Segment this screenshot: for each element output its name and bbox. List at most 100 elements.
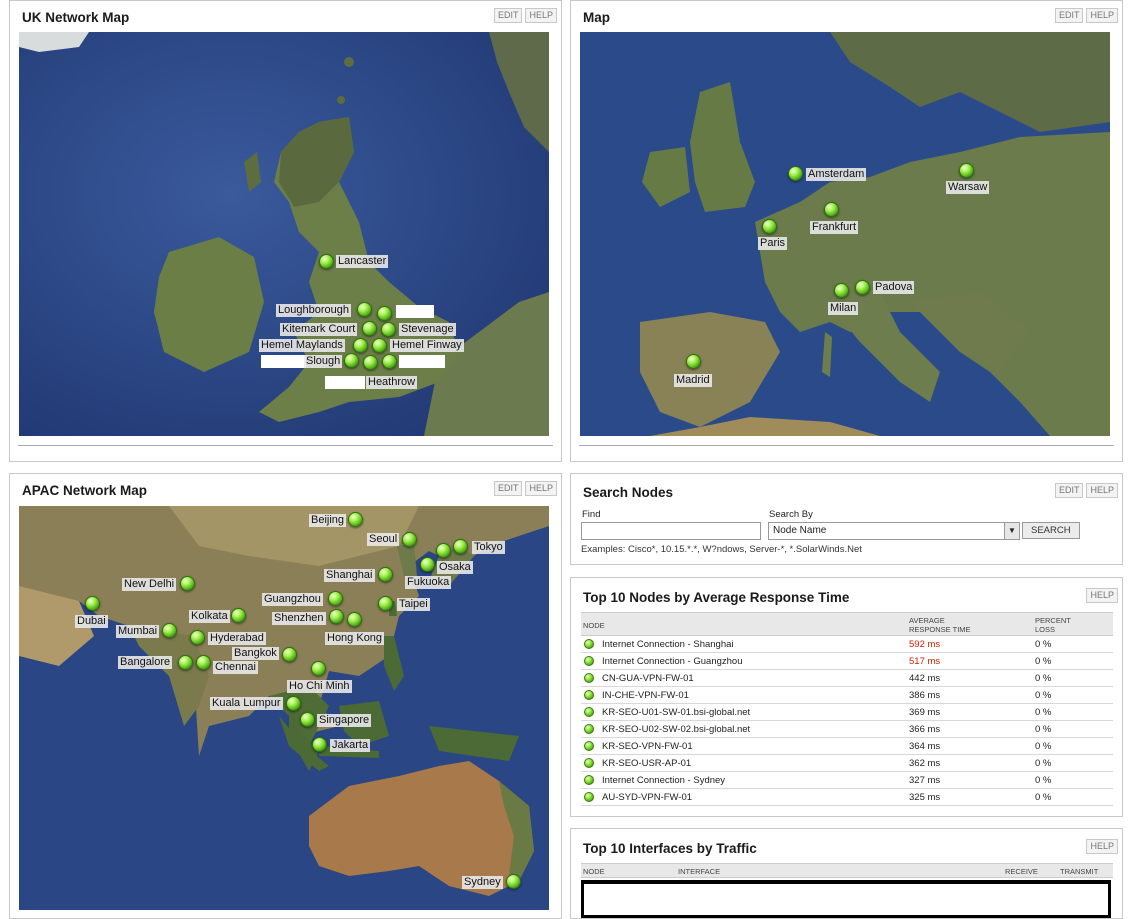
uk-label-heathrow[interactable]: Heathrow (366, 376, 418, 389)
node-name-link[interactable]: Internet Connection - Guangzhou (602, 656, 742, 667)
table-row[interactable]: KR-SEO-U02-SW-02.bsi-global.net 366 ms 0 % (581, 721, 1113, 738)
apac-node-ho-chi-minh[interactable] (311, 661, 326, 676)
apac-label-ho-chi-minh[interactable]: Ho Chi Minh (287, 680, 352, 693)
apac-label-bangkok[interactable]: Bangkok (232, 647, 279, 660)
apac-node-seoul[interactable] (402, 532, 417, 547)
eu-node-madrid[interactable] (686, 354, 701, 369)
apac-node-bangkok[interactable] (282, 647, 297, 662)
europe-map-canvas[interactable] (580, 32, 1110, 436)
apac-label-hyderabad[interactable]: Hyderabad (208, 632, 266, 645)
col-avg-header-1[interactable]: AVERAGE (909, 616, 945, 625)
uk-label-slough[interactable]: Slough (304, 355, 343, 368)
apac-node-osaka[interactable] (436, 543, 451, 558)
col-interface-header[interactable]: INTERFACE (678, 867, 720, 876)
apac-label-jakarta[interactable]: Jakarta (330, 739, 371, 752)
search-help-button[interactable]: HELP (1086, 483, 1118, 498)
node-name-link[interactable]: IN-CHE-VPN-FW-01 (602, 690, 689, 701)
apac-node-dubai[interactable] (85, 596, 100, 611)
uk-map-canvas[interactable] (19, 32, 549, 436)
europe-map-help-button[interactable]: HELP (1086, 8, 1118, 23)
apac-node-bangalore[interactable] (178, 655, 193, 670)
uk-node-london-1[interactable] (363, 355, 378, 370)
uk-map-edit-button[interactable]: EDIT (493, 8, 523, 23)
apac-label-guangzhou[interactable]: Guangzhou (262, 593, 323, 606)
top-nodes-help-button[interactable]: HELP (1086, 588, 1118, 603)
apac-label-kuala-lumpur[interactable]: Kuala Lumpur (210, 697, 283, 710)
uk-node-hemel-finway[interactable] (372, 338, 387, 353)
apac-label-seoul[interactable]: Seoul (367, 533, 400, 546)
apac-node-kolkata[interactable] (231, 608, 246, 623)
eu-label-amsterdam[interactable]: Amsterdam (806, 168, 867, 181)
apac-node-shanghai[interactable] (378, 567, 393, 582)
table-row[interactable]: AU-SYD-VPN-FW-01 325 ms 0 % (581, 789, 1113, 806)
apac-node-mumbai[interactable] (162, 623, 177, 638)
eu-node-paris[interactable] (762, 219, 777, 234)
apac-node-shenzhen[interactable] (329, 609, 344, 624)
col-node-header[interactable]: NODE (583, 621, 605, 630)
apac-label-osaka[interactable]: Osaka (437, 561, 473, 574)
apac-label-dubai[interactable]: Dubai (75, 615, 108, 628)
apac-node-fukuoka[interactable] (420, 557, 435, 572)
table-row[interactable]: Internet Connection - Guangzhou 517 ms 0 % (581, 653, 1113, 670)
eu-label-padova[interactable]: Padova (873, 281, 915, 294)
apac-label-chennai[interactable]: Chennai (213, 661, 258, 674)
apac-node-jakarta[interactable] (312, 737, 327, 752)
uk-label-hemel-finway[interactable]: Hemel Finway (390, 339, 464, 352)
col-node-header[interactable]: NODE (583, 867, 605, 876)
uk-label-loughborough[interactable]: Loughborough (276, 304, 351, 317)
apac-map-edit-button[interactable]: EDIT (493, 481, 523, 496)
node-name-link[interactable]: AU-SYD-VPN-FW-01 (602, 792, 692, 803)
uk-node-kitemark[interactable] (362, 321, 377, 336)
apac-label-singapore[interactable]: Singapore (317, 714, 372, 727)
table-row[interactable]: Internet Connection - Sydney 327 ms 0 % (581, 772, 1113, 789)
apac-label-new-delhi[interactable]: New Delhi (122, 578, 177, 591)
find-input[interactable] (581, 522, 761, 540)
eu-node-frankfurt[interactable] (824, 202, 839, 217)
table-row[interactable]: KR-SEO-VPN-FW-01 364 ms 0 % (581, 738, 1113, 755)
apac-node-guangzhou[interactable] (328, 591, 343, 606)
apac-label-shenzhen[interactable]: Shenzhen (272, 612, 326, 625)
apac-node-beijing[interactable] (348, 512, 363, 527)
node-name-link[interactable]: Internet Connection - Shanghai (602, 639, 734, 650)
europe-map-edit-button[interactable]: EDIT (1054, 8, 1084, 23)
col-avg-header-2[interactable]: RESPONSE TIME (909, 625, 971, 634)
node-name-link[interactable]: KR-SEO-USR-AP-01 (602, 758, 691, 769)
search-button[interactable]: SEARCH (1022, 522, 1080, 539)
uk-label-stevenage[interactable]: Stevenage (399, 323, 456, 336)
apac-map-help-button[interactable]: HELP (525, 481, 557, 496)
table-row[interactable]: IN-CHE-VPN-FW-01 386 ms 0 % (581, 687, 1113, 704)
eu-label-warsaw[interactable]: Warsaw (946, 181, 990, 194)
uk-map-help-button[interactable]: HELP (525, 8, 557, 23)
apac-label-fukuoka[interactable]: Fukuoka (405, 576, 452, 589)
search-by-select[interactable]: Node Name ▼ (768, 522, 1020, 540)
uk-node-loughborough[interactable] (357, 302, 372, 317)
apac-node-chennai[interactable] (196, 655, 211, 670)
apac-label-shanghai[interactable]: Shanghai (324, 569, 375, 582)
apac-node-new-delhi[interactable] (180, 576, 195, 591)
node-name-link[interactable]: KR-SEO-U02-SW-02.bsi-global.net (602, 724, 750, 735)
apac-node-taipei[interactable] (378, 596, 393, 611)
uk-node-lancaster[interactable] (319, 254, 334, 269)
node-name-link[interactable]: CN-GUA-VPN-FW-01 (602, 673, 694, 684)
apac-node-hyderabad[interactable] (190, 630, 205, 645)
apac-node-hong-kong[interactable] (347, 612, 362, 627)
col-transmit-header[interactable]: TRANSMIT (1060, 867, 1098, 876)
apac-label-bangalore[interactable]: Bangalore (118, 656, 173, 669)
eu-label-milan[interactable]: Milan (828, 302, 859, 315)
apac-label-mumbai[interactable]: Mumbai (116, 625, 160, 638)
eu-node-padova[interactable] (855, 280, 870, 295)
uk-node-slough[interactable] (344, 353, 359, 368)
top-interfaces-help-button[interactable]: HELP (1086, 839, 1118, 854)
apac-node-kuala-lumpur[interactable] (286, 696, 301, 711)
apac-label-sydney[interactable]: Sydney (462, 876, 503, 889)
table-row[interactable]: KR-SEO-USR-AP-01 362 ms 0 % (581, 755, 1113, 772)
eu-label-frankfurt[interactable]: Frankfurt (810, 221, 859, 234)
apac-node-tokyo[interactable] (453, 539, 468, 554)
eu-label-madrid[interactable]: Madrid (674, 374, 712, 387)
col-loss-header-1[interactable]: PERCENT (1035, 616, 1071, 625)
node-name-link[interactable]: Internet Connection - Sydney (602, 775, 725, 786)
uk-node-hemel-maylands[interactable] (353, 338, 368, 353)
uk-label-lancaster[interactable]: Lancaster (336, 255, 389, 268)
search-edit-button[interactable]: EDIT (1054, 483, 1084, 498)
apac-label-beijing[interactable]: Beijing (309, 514, 347, 527)
